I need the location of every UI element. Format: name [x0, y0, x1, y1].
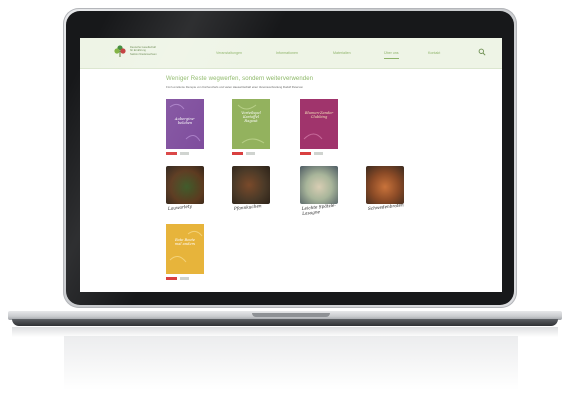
download-badge[interactable]: [166, 152, 177, 155]
recipe-card[interactable]: Pfannkuchen: [232, 166, 270, 218]
booklet-title: Vorteilspel Kartoffel Ragout: [241, 111, 261, 124]
booklet-badges: [166, 151, 204, 156]
clover-logo-icon: [114, 45, 126, 57]
nav-item-informationen[interactable]: Informationen: [276, 51, 298, 55]
recipe-photo[interactable]: [166, 166, 204, 204]
booklet-cover[interactable]: Vorteilspel Kartoffel Ragout: [232, 99, 270, 149]
leaf-pattern-icon: [169, 230, 203, 263]
recipe-photo[interactable]: [232, 166, 270, 204]
info-badge[interactable]: [314, 152, 323, 155]
nav-item-kontakt[interactable]: Kontakt: [428, 51, 440, 55]
booklet-cover[interactable]: Rote Beete mal anders: [166, 224, 204, 274]
recipe-card[interactable]: Schwedenbraten: [366, 166, 404, 218]
leaf-pattern-icon: [303, 133, 323, 140]
logo-text: Deutsche Gesellschaft für Ernährung Sekt…: [130, 46, 170, 56]
page-title: Weniger Reste wegwerfen, sondern weiterv…: [166, 76, 314, 82]
recipe-photo[interactable]: [300, 166, 338, 204]
site-logo[interactable]: Deutsche Gesellschaft für Ernährung Sekt…: [113, 44, 169, 62]
logo-line-3: Sektion Niedersachsen: [130, 52, 157, 56]
laptop-opening-notch: [252, 313, 330, 317]
browser-viewport: Deutsche Gesellschaft für Ernährung Sekt…: [80, 38, 502, 292]
recipe-card[interactable]: Leichte Spätzle- Lasagne: [300, 166, 338, 218]
recipe-card[interactable]: Lauwarlety: [166, 166, 204, 218]
booklet-title: Rote Beete mal anders: [174, 238, 196, 247]
booklet-title: Aubergine-beleben: [174, 117, 196, 126]
booklet-cover[interactable]: Blumen-Zander Clubbing: [300, 99, 338, 149]
info-badge[interactable]: [180, 152, 189, 155]
nav-item-ueber-uns[interactable]: Über uns: [384, 51, 399, 59]
recipe-photo[interactable]: [366, 166, 404, 204]
download-badge[interactable]: [232, 152, 243, 155]
booklet-title: Blumen-Zander Clubbing: [304, 111, 334, 120]
search-icon[interactable]: [478, 48, 486, 56]
nav-item-materialien[interactable]: Materialien: [333, 51, 351, 55]
nav-item-veranstaltungen[interactable]: Veranstaltungen: [216, 51, 242, 55]
download-badge[interactable]: [300, 152, 311, 155]
booklet-badges: [166, 276, 204, 281]
laptop-base-bottom: [12, 319, 558, 326]
info-badge[interactable]: [180, 277, 189, 280]
laptop-reflection: [64, 336, 518, 396]
info-badge[interactable]: [246, 152, 255, 155]
site-navbar: Deutsche Gesellschaft für Ernährung Sekt…: [80, 38, 502, 69]
leaf-pattern-icon: [237, 104, 265, 144]
booklet-cover[interactable]: Aubergine-beleben: [166, 99, 204, 149]
page-intro: Fünf exzellente Rezepte von Küchenchefs …: [166, 85, 303, 89]
booklet-badges: [232, 151, 270, 156]
booklet-badges: [300, 151, 338, 156]
download-badge[interactable]: [166, 277, 177, 280]
